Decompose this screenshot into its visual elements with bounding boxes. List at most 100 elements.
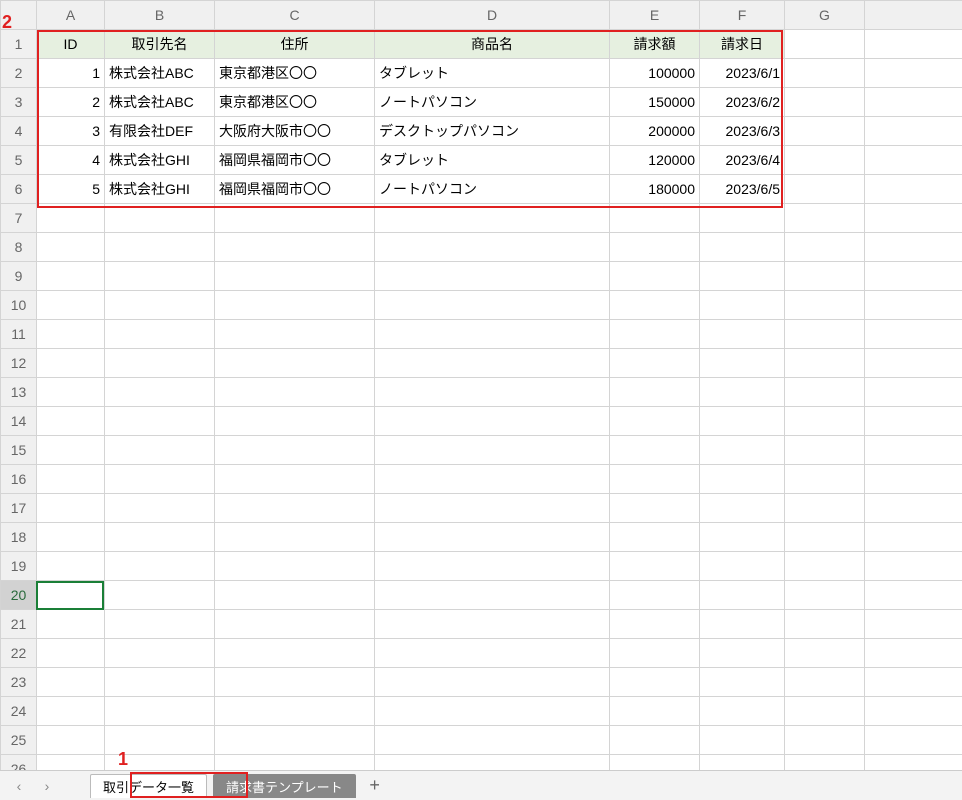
cell-empty-14-5[interactable]: [700, 407, 785, 436]
cell-empty-13-6[interactable]: [785, 378, 865, 407]
cell-empty-7-6[interactable]: [785, 204, 865, 233]
cell-empty-13-4[interactable]: [610, 378, 700, 407]
cell-empty-10-5[interactable]: [700, 291, 785, 320]
cell-empty-16-7[interactable]: [865, 465, 962, 494]
cell-empty-24-6[interactable]: [785, 697, 865, 726]
cell-empty-24-7[interactable]: [865, 697, 962, 726]
cell-empty-26-4[interactable]: [610, 755, 700, 771]
cell-empty-24-0[interactable]: [37, 697, 105, 726]
cell-empty-23-2[interactable]: [215, 668, 375, 697]
cell-empty-26-7[interactable]: [865, 755, 962, 771]
cell-B6[interactable]: 株式会社GHI: [105, 175, 215, 204]
cell-B1[interactable]: 取引先名: [105, 30, 215, 59]
cell-E3[interactable]: 150000: [610, 88, 700, 117]
cell-empty-9-2[interactable]: [215, 262, 375, 291]
cell-empty-11-2[interactable]: [215, 320, 375, 349]
cell-empty-22-1[interactable]: [105, 639, 215, 668]
cell-empty-18-0[interactable]: [37, 523, 105, 552]
tab-nav-next[interactable]: ›: [36, 775, 58, 797]
row-header-20[interactable]: 20: [1, 581, 37, 610]
cell-empty-20-5[interactable]: [700, 581, 785, 610]
cell-empty-8-6[interactable]: [785, 233, 865, 262]
cell-empty-17-2[interactable]: [215, 494, 375, 523]
cell-G5[interactable]: [785, 146, 865, 175]
cell-empty-8-7[interactable]: [865, 233, 962, 262]
cell-empty-21-7[interactable]: [865, 610, 962, 639]
cell-empty-21-2[interactable]: [215, 610, 375, 639]
cell-blank6[interactable]: [865, 175, 962, 204]
cell-empty-24-2[interactable]: [215, 697, 375, 726]
cell-empty-26-5[interactable]: [700, 755, 785, 771]
cell-empty-24-4[interactable]: [610, 697, 700, 726]
cell-D3[interactable]: ノートパソコン: [375, 88, 610, 117]
cell-empty-21-1[interactable]: [105, 610, 215, 639]
cell-empty-13-2[interactable]: [215, 378, 375, 407]
cell-blank2[interactable]: [865, 59, 962, 88]
cell-empty-14-6[interactable]: [785, 407, 865, 436]
cell-empty-9-0[interactable]: [37, 262, 105, 291]
cell-empty-20-3[interactable]: [375, 581, 610, 610]
cell-empty-12-2[interactable]: [215, 349, 375, 378]
cell-empty-20-7[interactable]: [865, 581, 962, 610]
cell-empty-21-6[interactable]: [785, 610, 865, 639]
cell-empty-17-6[interactable]: [785, 494, 865, 523]
cell-F6[interactable]: 2023/6/5: [700, 175, 785, 204]
cell-empty-18-4[interactable]: [610, 523, 700, 552]
cell-empty-13-5[interactable]: [700, 378, 785, 407]
cell-empty-7-4[interactable]: [610, 204, 700, 233]
cell-empty-21-0[interactable]: [37, 610, 105, 639]
cell-empty-9-5[interactable]: [700, 262, 785, 291]
cell-empty-22-0[interactable]: [37, 639, 105, 668]
cell-empty-13-7[interactable]: [865, 378, 962, 407]
cell-D1[interactable]: 商品名: [375, 30, 610, 59]
cell-G6[interactable]: [785, 175, 865, 204]
cell-empty-8-1[interactable]: [105, 233, 215, 262]
cell-F3[interactable]: 2023/6/2: [700, 88, 785, 117]
cell-D2[interactable]: タブレット: [375, 59, 610, 88]
col-header-E[interactable]: E: [610, 1, 700, 30]
cell-B4[interactable]: 有限会社DEF: [105, 117, 215, 146]
row-header-25[interactable]: 25: [1, 726, 37, 755]
row-header-10[interactable]: 10: [1, 291, 37, 320]
cell-empty-10-2[interactable]: [215, 291, 375, 320]
cell-empty-10-7[interactable]: [865, 291, 962, 320]
row-header-3[interactable]: 3: [1, 88, 37, 117]
cell-empty-15-5[interactable]: [700, 436, 785, 465]
cell-empty-8-3[interactable]: [375, 233, 610, 262]
cell-empty-11-7[interactable]: [865, 320, 962, 349]
spreadsheet-grid[interactable]: A B C D E F G 1 ID 取引先名 住所 商品名 請求額 請求日 2…: [0, 0, 962, 770]
cell-empty-9-1[interactable]: [105, 262, 215, 291]
cell-C4[interactable]: 大阪府大阪市〇〇: [215, 117, 375, 146]
cell-empty-22-3[interactable]: [375, 639, 610, 668]
row-header-5[interactable]: 5: [1, 146, 37, 175]
cell-empty-11-4[interactable]: [610, 320, 700, 349]
cell-C1[interactable]: 住所: [215, 30, 375, 59]
cell-empty-9-3[interactable]: [375, 262, 610, 291]
cell-blank3[interactable]: [865, 88, 962, 117]
cell-A5[interactable]: 4: [37, 146, 105, 175]
cell-D4[interactable]: デスクトップパソコン: [375, 117, 610, 146]
row-header-13[interactable]: 13: [1, 378, 37, 407]
cell-C3[interactable]: 東京都港区〇〇: [215, 88, 375, 117]
cell-empty-12-0[interactable]: [37, 349, 105, 378]
cell-empty-15-4[interactable]: [610, 436, 700, 465]
cell-empty-25-6[interactable]: [785, 726, 865, 755]
cell-empty-17-5[interactable]: [700, 494, 785, 523]
cell-empty-23-7[interactable]: [865, 668, 962, 697]
cell-empty-16-1[interactable]: [105, 465, 215, 494]
cell-empty-25-2[interactable]: [215, 726, 375, 755]
cell-empty-14-4[interactable]: [610, 407, 700, 436]
cell-empty-26-2[interactable]: [215, 755, 375, 771]
cell-empty-22-7[interactable]: [865, 639, 962, 668]
col-header-G[interactable]: G: [785, 1, 865, 30]
cell-empty-23-6[interactable]: [785, 668, 865, 697]
cell-empty-17-1[interactable]: [105, 494, 215, 523]
cell-empty-22-2[interactable]: [215, 639, 375, 668]
cell-empty-20-0[interactable]: [37, 581, 105, 610]
cell-empty-10-0[interactable]: [37, 291, 105, 320]
row-header-7[interactable]: 7: [1, 204, 37, 233]
cell-empty-7-2[interactable]: [215, 204, 375, 233]
col-header-D[interactable]: D: [375, 1, 610, 30]
row-header-15[interactable]: 15: [1, 436, 37, 465]
cell-empty-24-1[interactable]: [105, 697, 215, 726]
